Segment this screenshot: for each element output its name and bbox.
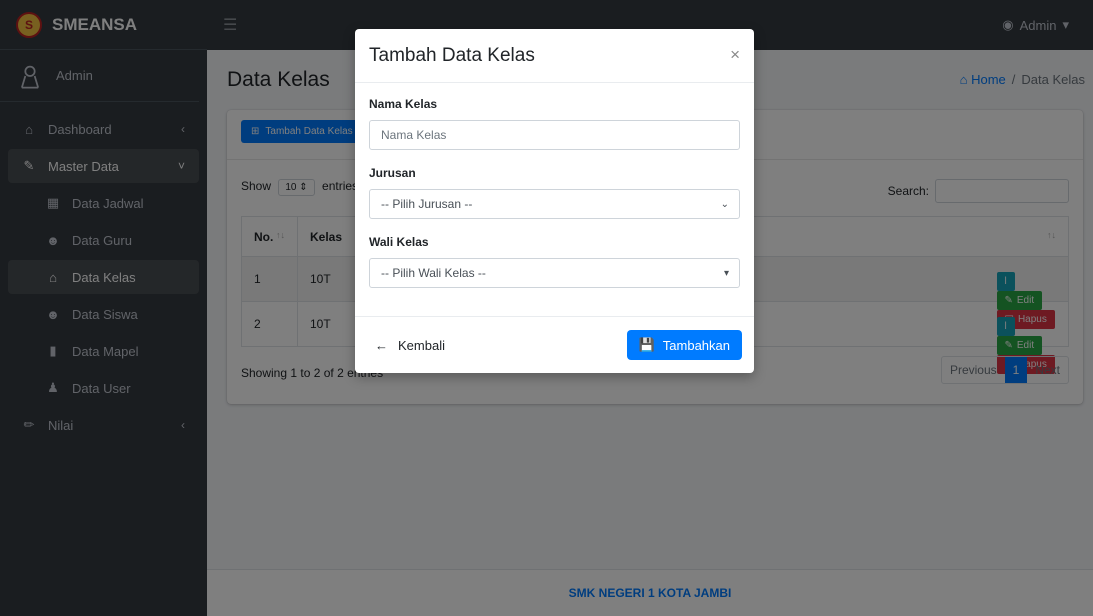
- wali-kelas-label: Wali Kelas: [369, 235, 429, 249]
- nama-kelas-placeholder: Nama Kelas: [381, 128, 447, 142]
- submit-label: Tambahkan: [662, 337, 730, 353]
- arrow-left-icon: ←: [375, 337, 388, 353]
- back-label: Kembali: [398, 337, 445, 353]
- wali-kelas-select[interactable]: -- Pilih Wali Kelas -- ▾: [369, 258, 740, 288]
- caret-down-icon: ▾: [723, 267, 729, 279]
- wali-kelas-selected-value: -- Pilih Wali Kelas --: [381, 266, 486, 280]
- back-button[interactable]: ← Kembali: [375, 338, 445, 353]
- nama-kelas-input[interactable]: Nama Kelas: [369, 120, 740, 150]
- add-kelas-modal: Tambah Data Kelas × Nama Kelas Nama Kela…: [355, 29, 754, 373]
- jurusan-selected-value: -- Pilih Jurusan --: [381, 197, 473, 211]
- save-icon: 💾: [638, 337, 655, 352]
- jurusan-label: Jurusan: [369, 166, 416, 180]
- chevron-down-icon: ⌄: [720, 198, 729, 210]
- jurusan-select[interactable]: -- Pilih Jurusan -- ⌄: [369, 189, 740, 219]
- modal-footer: ← Kembali 💾 Tambahkan: [355, 316, 754, 373]
- nama-kelas-label: Nama Kelas: [369, 97, 438, 111]
- modal-title: Tambah Data Kelas: [369, 44, 535, 66]
- modal-header: Tambah Data Kelas ×: [355, 29, 754, 83]
- submit-button[interactable]: 💾 Tambahkan: [626, 330, 742, 360]
- modal-body: Nama Kelas Nama Kelas Jurusan -- Pilih J…: [355, 83, 754, 288]
- close-icon[interactable]: ×: [730, 45, 740, 65]
